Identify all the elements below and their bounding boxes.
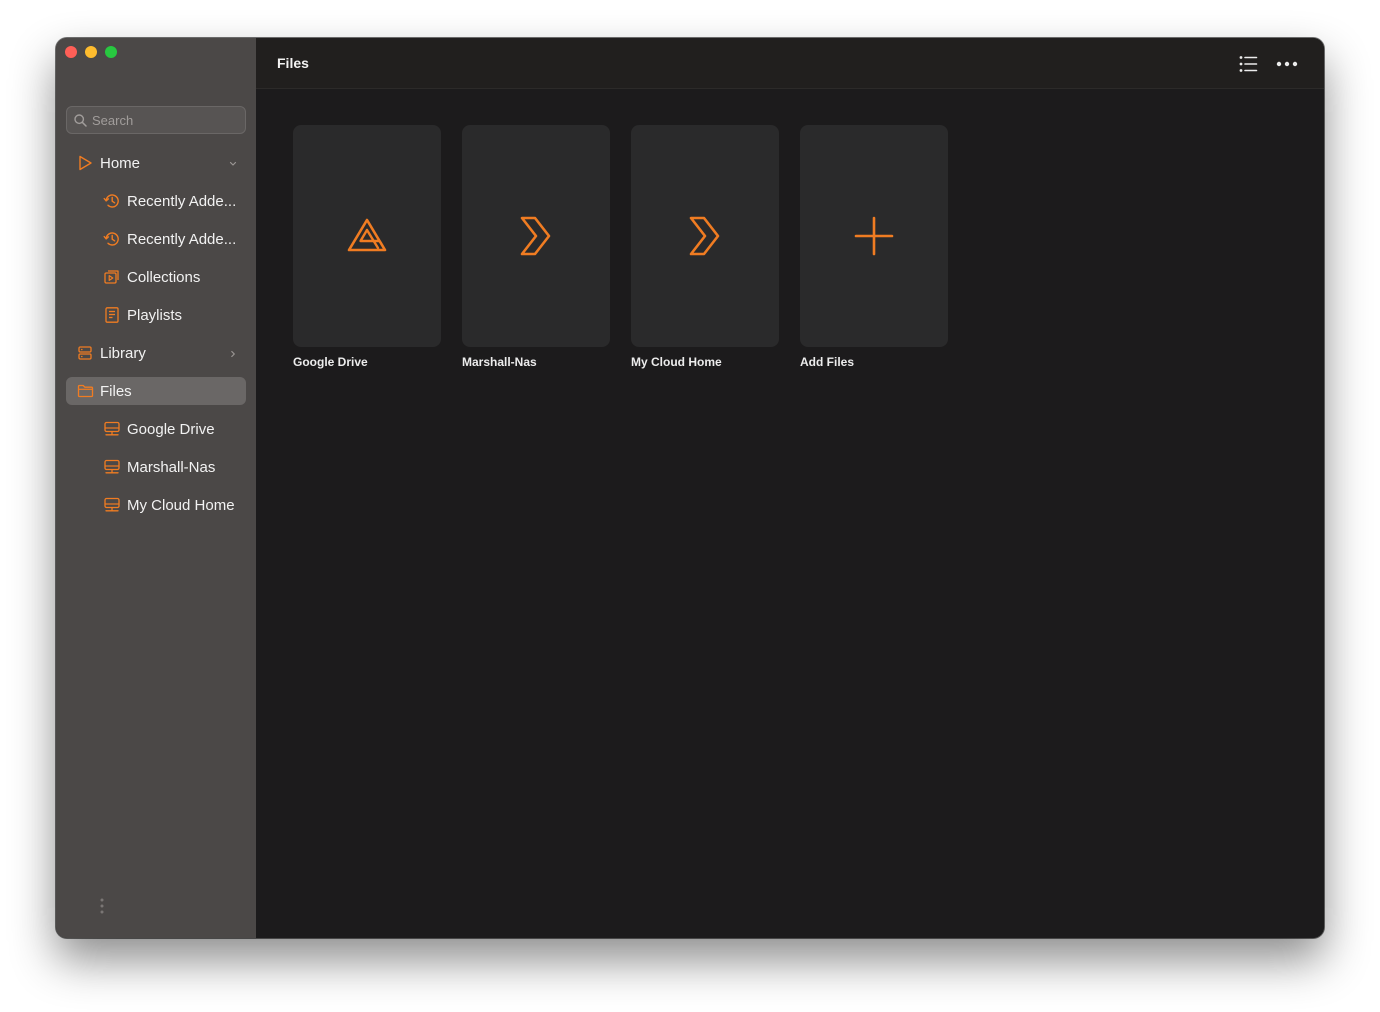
tile-add-files[interactable]: Add Files <box>800 125 948 369</box>
list-view-button[interactable] <box>1235 51 1261 77</box>
playlist-icon <box>103 306 121 324</box>
sidebar-item-recently-added[interactable]: Recently Adde... <box>66 187 246 215</box>
chevron-server-icon <box>520 216 551 256</box>
tile-my-cloud-home[interactable]: My Cloud Home <box>631 125 779 369</box>
tile-google-drive[interactable]: Google Drive <box>293 125 441 369</box>
sidebar-item-recently-added[interactable]: Recently Adde... <box>66 225 246 253</box>
tile-label: Google Drive <box>293 355 368 369</box>
google-drive-icon <box>347 218 387 252</box>
sidebar-item-label: Playlists <box>127 306 183 324</box>
sidebar-item-label: Collections <box>127 268 201 286</box>
chevron-down-icon[interactable] <box>228 156 238 173</box>
sidebar-item-label: Home <box>100 154 141 172</box>
history-icon <box>103 192 121 210</box>
tile-card[interactable] <box>631 125 779 347</box>
more-options-button[interactable] <box>1274 51 1300 77</box>
chevron-server-icon <box>689 216 720 256</box>
sidebar: Home Recently Adde... <box>56 38 256 938</box>
history-icon <box>103 230 121 248</box>
network-drive-icon <box>103 496 121 514</box>
close-window-button[interactable] <box>65 46 77 58</box>
sidebar-item-collections[interactable]: Collections <box>66 263 246 291</box>
sidebar-item-label: Recently Adde... <box>127 192 237 210</box>
vertical-dots-icon <box>100 898 104 914</box>
network-drive-icon <box>103 420 121 438</box>
minimize-window-button[interactable] <box>85 46 97 58</box>
sidebar-nav: Home Recently Adde... Recently Adde... C… <box>66 149 246 529</box>
sidebar-item-library[interactable]: Library <box>66 339 246 367</box>
search-input[interactable] <box>92 112 232 128</box>
list-view-icon <box>1239 56 1258 72</box>
tile-label: Add Files <box>800 355 855 369</box>
play-triangle-icon <box>76 154 94 172</box>
collections-icon <box>103 268 121 286</box>
traffic-lights <box>65 46 117 58</box>
tile-label: My Cloud Home <box>631 355 722 369</box>
zoom-window-button[interactable] <box>105 46 117 58</box>
more-options-icon <box>1276 61 1298 67</box>
chevron-right-icon[interactable] <box>228 346 238 363</box>
sidebar-item-files[interactable]: Files <box>66 377 246 405</box>
sidebar-options-handle[interactable] <box>99 897 105 920</box>
tile-card[interactable] <box>462 125 610 347</box>
tile-marshall-nas[interactable]: Marshall-Nas <box>462 125 610 369</box>
sidebar-item-label: Files <box>100 382 132 400</box>
sidebar-item-label: Marshall-Nas <box>127 458 216 476</box>
sidebar-item-label: My Cloud Home <box>127 496 235 514</box>
sidebar-item-label: Library <box>100 344 146 362</box>
sidebar-item-label: Google Drive <box>127 420 215 438</box>
network-drive-icon <box>103 458 121 476</box>
tile-label: Marshall-Nas <box>462 355 537 369</box>
search-icon <box>74 113 87 127</box>
sidebar-item-google-drive[interactable]: Google Drive <box>66 415 246 443</box>
tile-card[interactable] <box>293 125 441 347</box>
toolbar: Files <box>256 38 1324 89</box>
sidebar-item-home[interactable]: Home <box>66 149 246 177</box>
sidebar-item-playlists[interactable]: Playlists <box>66 301 246 329</box>
files-grid: Google Drive Marshall-Nas My Cloud Home <box>293 125 948 369</box>
main-content: Files Google Drive Marshall-Nas My Cloud… <box>256 38 1324 938</box>
folder-icon <box>76 382 94 400</box>
library-icon <box>76 344 94 362</box>
page-title: Files <box>277 55 309 71</box>
tile-card[interactable] <box>800 125 948 347</box>
sidebar-item-label: Recently Adde... <box>127 230 237 248</box>
sidebar-item-my-cloud-home[interactable]: My Cloud Home <box>66 491 246 519</box>
app-window: Home Recently Adde... <box>56 38 1324 938</box>
plus-icon <box>854 216 894 256</box>
sidebar-item-marshall-nas[interactable]: Marshall-Nas <box>66 453 246 481</box>
search-field[interactable] <box>66 106 246 134</box>
